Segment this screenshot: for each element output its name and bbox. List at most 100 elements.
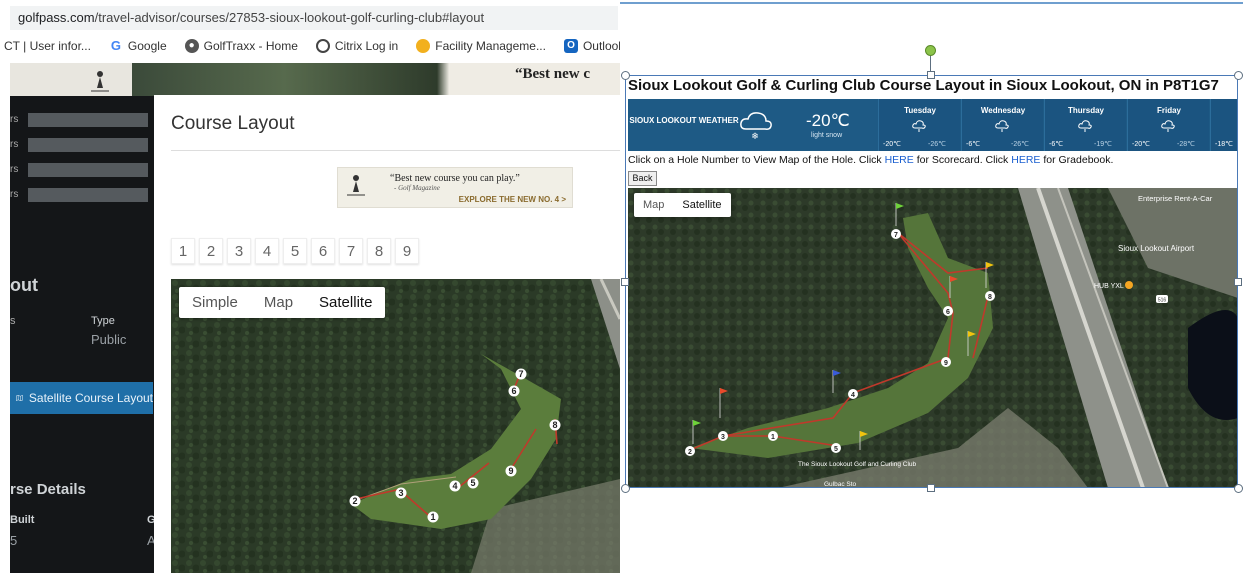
bookmark-label: Citrix Log in: [334, 39, 399, 53]
hole-marker-label: 1: [430, 512, 435, 522]
forecast-day-name: Friday: [1156, 106, 1181, 115]
hole-tab[interactable]: 7: [339, 238, 363, 264]
satellite-course-layout-button[interactable]: Satellite Course Layout: [10, 382, 153, 414]
forecast-high: -18℃: [1215, 141, 1233, 148]
bookmark-ct[interactable]: CT | User infor...: [0, 39, 100, 53]
hole-tab[interactable]: 4: [255, 238, 279, 264]
sidebar-row: rs: [10, 161, 153, 178]
resize-handle-top-left[interactable]: [621, 71, 630, 80]
forecast-low: -26℃: [928, 141, 946, 148]
resize-handle-bottom-right[interactable]: [1234, 484, 1243, 493]
hole-marker[interactable]: 9: [505, 465, 517, 477]
course-details-heading: rse Details: [10, 481, 86, 498]
hole-tab[interactable]: 1: [171, 238, 195, 264]
hole-marker[interactable]: 6: [508, 385, 520, 397]
sidebar-row-label: rs: [10, 114, 19, 125]
hole-marker[interactable]: 4: [449, 480, 461, 492]
svg-text:6: 6: [946, 309, 950, 316]
satellite-map-pasted[interactable]: 1 3 2 5 4 7 6 8 9 Enterprise Rent-A-Car …: [628, 188, 1238, 488]
sidebar-row: rs: [10, 136, 153, 153]
hole-tab[interactable]: 6: [311, 238, 335, 264]
bookmark-label: Facility Manageme...: [435, 39, 546, 53]
instructions-text: Click on a Hole Number to View Map of th…: [628, 154, 885, 166]
forecast-low: -26℃: [1011, 141, 1029, 148]
hole-marker[interactable]: 8: [549, 419, 561, 431]
map-type-satellite[interactable]: Satellite: [673, 193, 730, 217]
map-type-map[interactable]: Map: [634, 193, 673, 217]
url-host: golfpass.com: [18, 10, 95, 25]
sidebar-row-bar: [28, 112, 148, 127]
current-condition: light snow: [811, 132, 843, 139]
sidebar-row: rs: [10, 111, 153, 128]
resize-handle-left[interactable]: [621, 278, 629, 286]
resize-handle-bottom-left[interactable]: [621, 484, 630, 493]
hole-marker-label: 6: [511, 386, 516, 396]
built-label: Built: [10, 514, 35, 526]
hole-marker[interactable]: 7: [515, 368, 527, 380]
rotation-handle[interactable]: [925, 45, 936, 56]
pinehurst-ad[interactable]: “Best new course you can play.” - Golf M…: [337, 167, 573, 208]
hole-tab[interactable]: 5: [283, 238, 307, 264]
bookmark-facility[interactable]: Facility Manageme...: [407, 39, 555, 53]
hole-marker[interactable]: 5: [467, 477, 479, 489]
current-temp: -20℃: [806, 111, 850, 130]
pasted-image[interactable]: Sioux Lookout Golf & Curling Club Course…: [625, 75, 1238, 488]
forecast-high: -6℃: [1049, 141, 1064, 148]
map-type-satellite[interactable]: Satellite: [306, 287, 385, 318]
satellite-imagery: 1 2 3 4 5 6 7 8 9: [171, 279, 620, 573]
map-type-simple[interactable]: Simple: [179, 287, 251, 318]
place-pin-icon: [1125, 281, 1133, 289]
sidebar-row-label: rs: [10, 164, 19, 175]
bookmark-google[interactable]: G Google: [100, 39, 176, 54]
highway-number: 516: [1158, 298, 1167, 304]
hole-tab[interactable]: 3: [227, 238, 251, 264]
weather-widget[interactable]: SIOUX LOOKOUT WEATHER ❄ -20℃ light snow …: [628, 99, 1238, 151]
sidebar-row-label: rs: [10, 189, 19, 200]
resize-handle-bottom[interactable]: [927, 484, 935, 492]
bookmark-citrix[interactable]: Citrix Log in: [307, 39, 407, 53]
forecast-day: Wednesday -6℃ -26℃: [961, 99, 1043, 151]
site-banner-ad[interactable]: “Best new c: [10, 63, 620, 96]
instructions-text: for Scorecard. Click: [913, 154, 1012, 166]
type-label: Type: [91, 315, 115, 327]
resize-handle-top[interactable]: [927, 71, 935, 79]
hole-tab[interactable]: 9: [395, 238, 419, 264]
svg-text:5: 5: [834, 446, 838, 453]
snow-cloud-icon: ❄: [740, 112, 772, 141]
forecast-low: -19℃: [1094, 141, 1112, 148]
hole-marker[interactable]: 1: [427, 511, 439, 523]
bookmark-outlook[interactable]: O Outlook Web App: [555, 39, 620, 53]
resize-handle-top-right[interactable]: [1234, 71, 1243, 80]
hole-marker-label: 7: [518, 369, 523, 379]
forecast-high: -20℃: [1132, 141, 1150, 148]
hole-marker[interactable]: 3: [395, 487, 407, 499]
layout-heading: out: [10, 275, 38, 295]
forecast-day: S -18℃: [1210, 99, 1238, 151]
bookmark-label: CT | User infor...: [4, 39, 91, 53]
resize-handle-right[interactable]: [1234, 278, 1242, 286]
ad-quote: “Best new course you can play.”: [390, 173, 520, 184]
hole-marker[interactable]: 2: [349, 495, 361, 507]
forecast-day-name: Tuesday: [904, 106, 936, 115]
map-type-map[interactable]: Map: [251, 287, 306, 318]
snow-icon: [1078, 120, 1092, 132]
bookmark-label: GolfTraxx - Home: [203, 39, 298, 53]
sidebar-row-bar: [28, 162, 148, 177]
hole-tab[interactable]: 8: [367, 238, 391, 264]
address-bar[interactable]: golfpass.com/travel-advisor/courses/2785…: [10, 6, 618, 30]
sidebar-row: rs: [10, 186, 153, 203]
back-button[interactable]: Back: [628, 171, 657, 186]
ad-source: - Golf Magazine: [394, 184, 440, 192]
highway-shield-icon: 516: [1156, 295, 1168, 304]
bookmark-golftraxx[interactable]: ● GolfTraxx - Home: [176, 39, 307, 53]
forecast-high: -6℃: [966, 141, 981, 148]
gradebook-link[interactable]: HERE: [1011, 154, 1040, 166]
snow-icon: [1161, 120, 1175, 132]
scorecard-link[interactable]: HERE: [885, 154, 914, 166]
weather-brand: SIOUX LOOKOUT WEATHER: [629, 116, 739, 125]
hole-tab[interactable]: 2: [199, 238, 223, 264]
browser-window: golfpass.com/travel-advisor/courses/2785…: [0, 0, 620, 573]
satellite-map[interactable]: 1 2 3 4 5 6 7 8 9 Simple Map Satellite: [171, 279, 620, 573]
forecast-day-name: Wednesday: [980, 106, 1026, 115]
forecast-low: -28℃: [1177, 141, 1195, 148]
